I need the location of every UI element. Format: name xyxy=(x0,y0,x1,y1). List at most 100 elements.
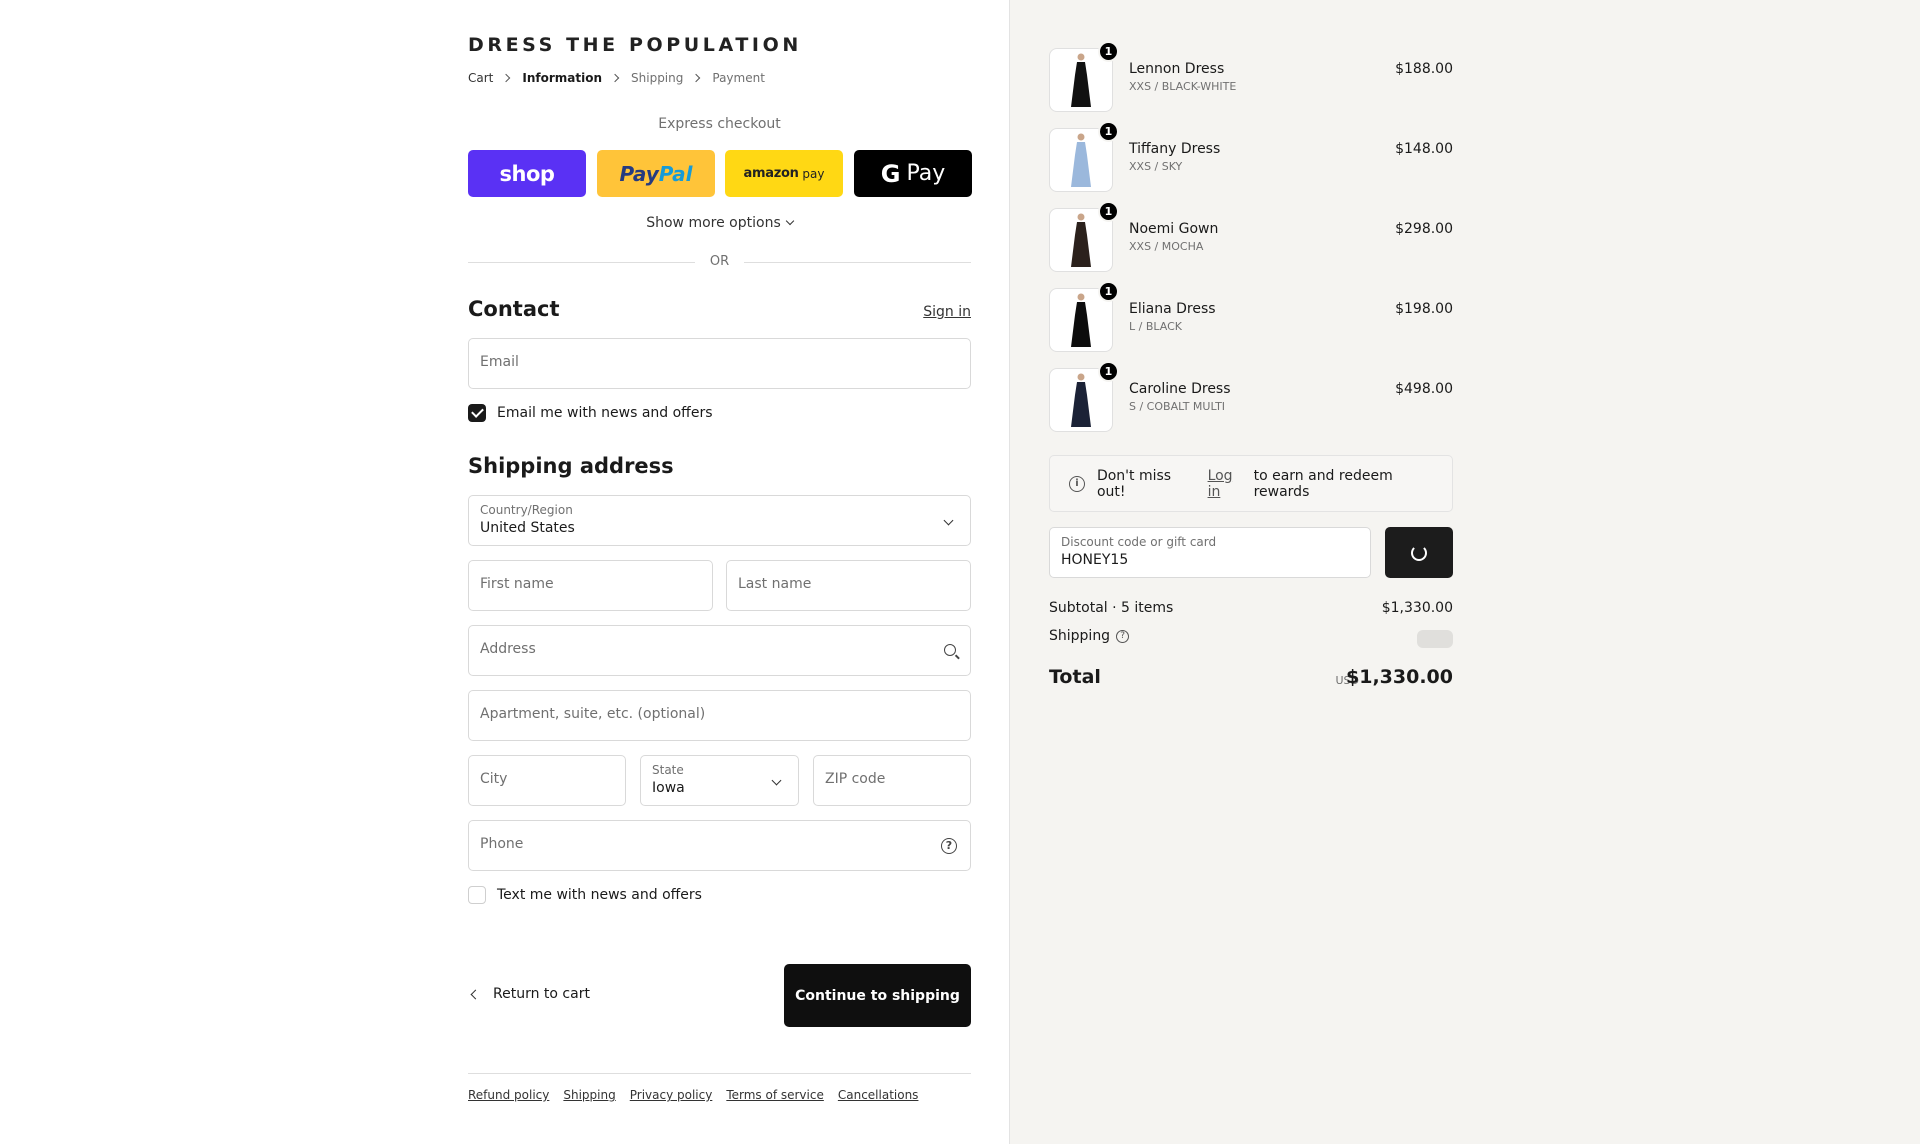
text-news-option[interactable]: Text me with news and offers xyxy=(468,886,702,904)
apartment-field[interactable]: Apartment, suite, etc. (optional) xyxy=(468,690,971,741)
discount-label: Discount code or gift card xyxy=(1061,535,1217,549)
cart-item: 1 Noemi Gown XXS / MOCHA $298.00 xyxy=(1049,201,1453,272)
checkout-main-panel: DRESS THE POPULATION Cart Information Sh… xyxy=(0,0,1009,1144)
dress-image xyxy=(1071,293,1091,347)
product-variant: S / COBALT MULTI xyxy=(1129,400,1226,413)
help-icon[interactable]: ? xyxy=(1116,629,1130,643)
product-variant: XXS / MOCHA xyxy=(1129,240,1204,253)
address-placeholder: Address xyxy=(480,641,536,657)
dress-image xyxy=(1071,133,1091,187)
state-value: Iowa xyxy=(652,780,685,796)
cart-item: 1 Lennon Dress XXS / BLACK-WHITE $188.00 xyxy=(1049,41,1453,112)
product-name: Lennon Dress xyxy=(1129,61,1225,77)
shipping-address-heading: Shipping address xyxy=(468,454,674,478)
subtotal-value: $1,330.00 xyxy=(1381,600,1453,616)
zip-field[interactable]: ZIP code xyxy=(813,755,971,806)
product-price: $188.00 xyxy=(1395,61,1453,77)
shipping-loading-placeholder xyxy=(1417,630,1453,648)
amazon-pay-text: pay xyxy=(802,166,825,181)
continue-to-shipping-button[interactable]: Continue to shipping xyxy=(784,964,971,1027)
google-g-icon: G xyxy=(880,159,901,188)
country-select[interactable]: Country/Region United States xyxy=(468,495,971,546)
last-name-placeholder: Last name xyxy=(738,576,812,592)
chevron-down-icon xyxy=(943,515,954,526)
breadcrumb-information: Information xyxy=(522,71,603,85)
shop-pay-button[interactable]: shop xyxy=(468,150,586,197)
rewards-pre: Don't miss out! xyxy=(1096,467,1172,500)
email-field[interactable]: Email xyxy=(468,338,971,389)
chevron-down-icon xyxy=(771,775,782,786)
state-select[interactable]: State Iowa xyxy=(640,755,799,806)
city-field[interactable]: City xyxy=(468,755,626,806)
sign-in-link[interactable]: Sign in xyxy=(923,304,971,320)
return-to-cart-link[interactable]: Return to cart xyxy=(468,986,590,1002)
brand-logo[interactable]: DRESS THE POPULATION xyxy=(468,34,802,56)
cancellations-link[interactable]: Cancellations xyxy=(838,1088,919,1102)
country-value: United States xyxy=(480,520,575,536)
address-field[interactable]: Address xyxy=(468,625,971,676)
product-price: $498.00 xyxy=(1395,381,1453,397)
discount-code-field[interactable]: Discount code or gift card HONEY15 xyxy=(1049,527,1371,578)
email-news-option[interactable]: Email me with news and offers xyxy=(468,404,713,422)
product-variant: XXS / SKY xyxy=(1129,160,1183,173)
quantity-badge: 1 xyxy=(1098,361,1119,382)
terms-of-service-link[interactable]: Terms of service xyxy=(726,1088,824,1102)
country-label: Country/Region xyxy=(480,503,573,517)
state-label: State xyxy=(652,763,684,777)
apartment-placeholder: Apartment, suite, etc. (optional) xyxy=(480,706,706,722)
shipping-label: Shipping xyxy=(1049,628,1111,644)
paypal-button[interactable]: Pay Pal xyxy=(597,150,715,197)
privacy-policy-link[interactable]: Privacy policy xyxy=(630,1088,713,1102)
order-summary-panel: 1 Lennon Dress XXS / BLACK-WHITE $188.00 1 Ti… xyxy=(1009,0,1920,1144)
product-price: $298.00 xyxy=(1395,221,1453,237)
phone-field[interactable]: Phone ? xyxy=(468,820,971,871)
email-placeholder: Email xyxy=(480,354,519,370)
quantity-badge: 1 xyxy=(1098,121,1119,142)
chevron-right-icon xyxy=(610,73,620,83)
quantity-badge: 1 xyxy=(1098,201,1119,222)
paypal-logo-a: Pay xyxy=(619,161,659,186)
express-checkout-title: Express checkout xyxy=(658,116,781,132)
refund-policy-link[interactable]: Refund policy xyxy=(468,1088,549,1102)
chevron-down-icon xyxy=(785,216,794,226)
city-placeholder: City xyxy=(480,771,508,787)
subtotal-label: Subtotal · 5 items xyxy=(1049,600,1174,616)
footer-divider xyxy=(468,1073,971,1074)
email-news-checkbox[interactable] xyxy=(468,404,486,422)
text-news-checkbox[interactable] xyxy=(468,886,486,904)
product-price: $198.00 xyxy=(1395,301,1453,317)
amazon-logo: amazon xyxy=(743,166,799,181)
last-name-field[interactable]: Last name xyxy=(726,560,971,611)
contact-heading: Contact xyxy=(468,297,560,321)
google-pay-button[interactable]: G Pay xyxy=(854,150,972,197)
breadcrumb-cart[interactable]: Cart xyxy=(468,71,493,85)
dress-image xyxy=(1071,213,1091,267)
product-variant: L / BLACK xyxy=(1129,320,1182,333)
amazon-pay-button[interactable]: amazon pay xyxy=(725,150,843,197)
show-more-options-button[interactable]: Show more options xyxy=(468,215,971,231)
quantity-badge: 1 xyxy=(1098,41,1119,62)
shipping-policy-link[interactable]: Shipping xyxy=(563,1088,615,1102)
apply-discount-button[interactable] xyxy=(1385,527,1453,578)
product-name: Noemi Gown xyxy=(1129,221,1219,237)
shop-pay-logo: shop xyxy=(499,161,555,186)
breadcrumb-shipping: Shipping xyxy=(631,71,684,85)
product-price: $148.00 xyxy=(1395,141,1453,157)
chevron-right-icon xyxy=(692,73,701,83)
or-divider: OR xyxy=(468,253,971,273)
rewards-login-link[interactable]: Log in xyxy=(1208,468,1250,500)
breadcrumb-payment: Payment xyxy=(712,71,765,85)
shipping-row: Shipping? xyxy=(1049,628,1453,648)
zip-placeholder: ZIP code xyxy=(825,771,886,787)
dress-image xyxy=(1071,373,1091,427)
help-icon[interactable]: ? xyxy=(941,838,957,854)
product-name: Eliana Dress xyxy=(1129,301,1216,317)
discount-value: HONEY15 xyxy=(1061,552,1129,568)
info-icon: i xyxy=(1069,475,1085,492)
chevron-right-icon xyxy=(502,73,511,83)
return-to-cart-label: Return to cart xyxy=(493,986,590,1002)
quantity-badge: 1 xyxy=(1098,281,1119,302)
first-name-field[interactable]: First name xyxy=(468,560,713,611)
breadcrumb: Cart Information Shipping Payment xyxy=(468,71,765,85)
cart-item: 1 Caroline Dress S / COBALT MULTI $498.00 xyxy=(1049,361,1453,432)
